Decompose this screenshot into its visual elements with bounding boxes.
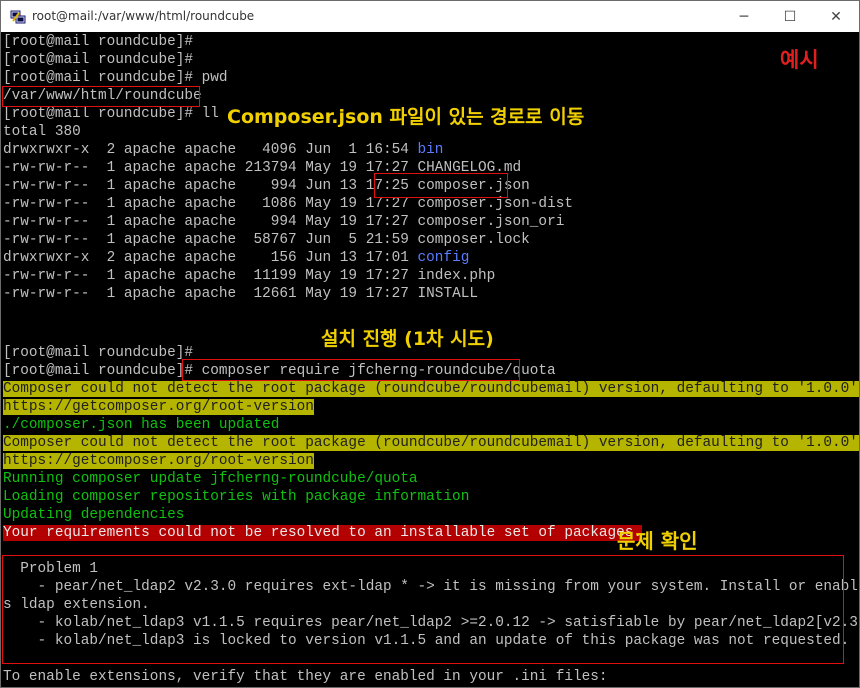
file-name: composer.lock [417, 232, 530, 248]
terminal-line: Your requirements could not be resolved … [3, 525, 643, 542]
file-meta: -rw-rw-r-- 1 apache apache 213794 May 19… [3, 160, 418, 176]
window-title: root@mail:/var/www/html/roundcube [32, 9, 255, 23]
annotation-install-try: 설치 진행 (1차 시도) [321, 328, 494, 350]
terminal-line: [root@mail roundcube]# [3, 52, 193, 68]
file-name: index.php [417, 268, 496, 284]
ls-row: -rw-rw-r-- 1 apache apache 58767 Jun 5 2… [3, 232, 530, 249]
terminal-line: To enable extensions, verify that they a… [3, 669, 608, 685]
file-meta: -rw-rw-r-- 1 apache apache 11199 May 19 … [3, 268, 418, 284]
close-icon: ✕ [830, 8, 842, 25]
annotation-move-path: Composer.json 파일이 있는 경로로 이동 [227, 106, 585, 128]
maximize-icon: ☐ [783, 8, 797, 25]
ls-row: -rw-rw-r-- 1 apache apache 994 May 19 17… [3, 214, 564, 231]
terminal-line: Running composer update jfcherng-roundcu… [3, 471, 418, 487]
command-highlight-box [182, 359, 520, 381]
ls-row: -rw-rw-r-- 1 apache apache 1086 May 19 1… [3, 196, 573, 213]
file-meta: -rw-rw-r-- 1 apache apache 58767 Jun 5 2… [3, 232, 418, 248]
warning-text: https://getcomposer.org/root-version [3, 453, 314, 469]
terminal-line: https://getcomposer.org/root-version [3, 399, 314, 416]
terminal-line: Updating dependencies [3, 507, 185, 523]
annotation-check-problem: 문제 확인 [617, 529, 698, 553]
close-button[interactable]: ✕ [813, 1, 859, 32]
directory-name: config [417, 250, 470, 266]
prompt: [root@mail roundcube]# [3, 363, 202, 379]
ls-row: drwxrwxr-x 2 apache apache 4096 Jun 1 16… [3, 142, 443, 159]
terminal-line: Composer could not detect the root packa… [3, 381, 859, 398]
maximize-button[interactable]: ☐ [767, 1, 813, 32]
problem-highlight-box [2, 555, 844, 664]
putty-icon [10, 10, 26, 24]
warning-text: Composer could not detect the root packa… [3, 435, 859, 451]
file-meta: -rw-rw-r-- 1 apache apache 1086 May 19 1… [3, 196, 418, 212]
minimize-icon: ─ [739, 8, 749, 25]
terminal-line: total 380 [3, 124, 81, 140]
file-meta: drwxrwxr-x 2 apache apache 156 Jun 13 17… [3, 250, 418, 266]
warning-text: Composer could not detect the root packa… [3, 381, 859, 397]
terminal-line: [root@mail roundcube]# pwd [3, 70, 228, 86]
terminal-window: root@mail:/var/www/html/roundcube ─ ☐ ✕ … [0, 0, 860, 688]
annotation-example: 예시 [780, 48, 819, 72]
file-name: composer.json-dist [417, 196, 573, 212]
file-meta: -rw-rw-r-- 1 apache apache 994 Jun 13 17… [3, 178, 418, 194]
terminal-line: Loading composer repositories with packa… [3, 489, 470, 505]
file-meta: -rw-rw-r-- 1 apache apache 994 May 19 17… [3, 214, 418, 230]
terminal-line: Composer could not detect the root packa… [3, 435, 859, 452]
file-highlight-box [374, 173, 508, 198]
ls-row: -rw-rw-r-- 1 apache apache 12661 May 19 … [3, 286, 478, 303]
title-bar[interactable]: root@mail:/var/www/html/roundcube ─ ☐ ✕ [1, 1, 859, 32]
ls-row: drwxrwxr-x 2 apache apache 156 Jun 13 17… [3, 250, 469, 267]
file-name: INSTALL [417, 286, 478, 302]
error-text: Your requirements could not be resolved … [3, 525, 643, 541]
terminal-line: https://getcomposer.org/root-version [3, 453, 314, 470]
warning-text: https://getcomposer.org/root-version [3, 399, 314, 415]
terminal-line: [root@mail roundcube]# [3, 345, 193, 361]
terminal-output[interactable]: [root@mail roundcube]# [root@mail roundc… [1, 32, 859, 687]
terminal-line: [root@mail roundcube]# ll [3, 106, 219, 122]
terminal-line: [root@mail roundcube]# [3, 34, 193, 50]
file-meta: drwxrwxr-x 2 apache apache 4096 Jun 1 16… [3, 142, 418, 158]
minimize-button[interactable]: ─ [721, 1, 767, 32]
path-highlight-box [2, 86, 200, 107]
file-name: composer.json_ori [417, 214, 565, 230]
file-meta: -rw-rw-r-- 1 apache apache 12661 May 19 … [3, 286, 418, 302]
ls-row: -rw-rw-r-- 1 apache apache 11199 May 19 … [3, 268, 495, 285]
terminal-line: ./composer.json has been updated [3, 417, 280, 433]
directory-name: bin [417, 142, 444, 158]
